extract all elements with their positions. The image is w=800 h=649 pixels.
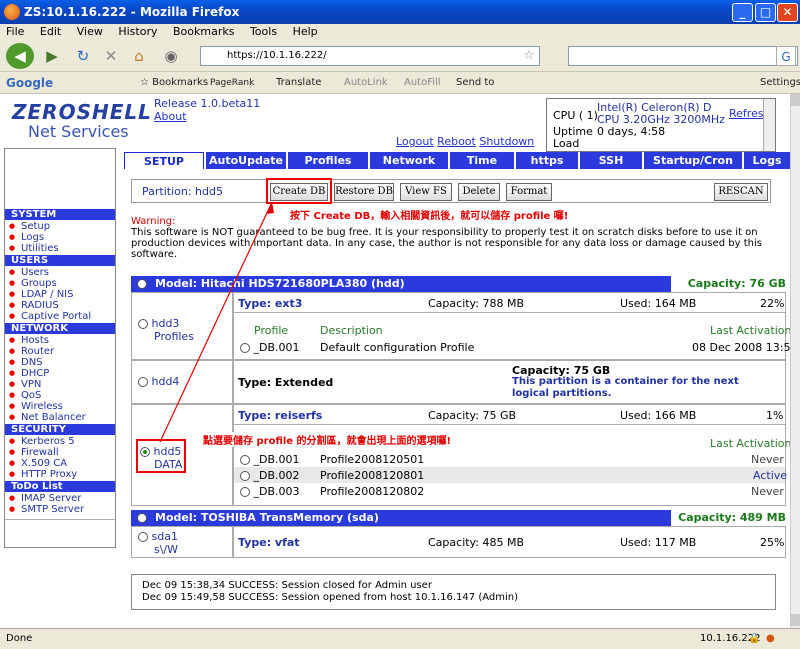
pagerank-indicator: PageRank xyxy=(210,78,255,88)
url-bar[interactable]: https://10.1.16.222/ xyxy=(200,46,540,66)
addon-icon[interactable]: ◉ xyxy=(160,45,182,67)
bookmarks-label: Bookmarks xyxy=(152,77,209,88)
status-bar: Done 10.1.16.222 🔒 ● xyxy=(0,628,800,649)
menu-bookmarks[interactable]: Bookmarks xyxy=(173,25,234,38)
minimize-button[interactable]: _ xyxy=(732,3,753,22)
status-text: Done xyxy=(6,633,33,644)
lock-icon[interactable]: 🔒 xyxy=(748,629,760,649)
page-content: ZEROSHELL Net Services Release 1.0.beta1… xyxy=(0,94,790,628)
reload-icon[interactable]: ↻ xyxy=(72,45,94,67)
search-input[interactable] xyxy=(568,46,798,66)
star-icon[interactable]: ☆ xyxy=(520,45,538,67)
bookmarks-menu[interactable]: ☆ Bookmarks xyxy=(140,72,208,94)
menu-view[interactable]: View xyxy=(77,25,103,38)
home-icon[interactable]: ⌂ xyxy=(128,45,150,67)
translate-button[interactable]: Translate xyxy=(276,72,321,94)
back-icon[interactable]: ◀ xyxy=(6,43,34,69)
navigation-toolbar: ◀ ▶ ↻ ✕ ⌂ ◉ https://10.1.16.222/ ☆ G xyxy=(0,40,800,72)
page-scrollbar[interactable] xyxy=(790,94,800,628)
menu-tools[interactable]: Tools xyxy=(250,25,277,38)
menu-edit[interactable]: Edit xyxy=(40,25,61,38)
window-title: ZS:10.1.16.222 - Mozilla Firefox xyxy=(24,5,240,19)
sendto-button[interactable]: Send to xyxy=(456,72,494,94)
menu-file[interactable]: File xyxy=(6,25,24,38)
google-search-icon[interactable]: G xyxy=(776,46,796,66)
forward-icon[interactable]: ▶ xyxy=(40,45,64,67)
google-logo[interactable]: Google xyxy=(6,72,53,94)
menu-bar: File Edit View History Bookmarks Tools H… xyxy=(0,24,800,40)
stop-icon[interactable]: ✕ xyxy=(100,45,122,67)
menu-history[interactable]: History xyxy=(118,25,157,38)
window-titlebar: ZS:10.1.16.222 - Mozilla Firefox xyxy=(0,0,800,24)
scroll-up-icon[interactable] xyxy=(791,94,800,106)
firefox-status-icon[interactable]: ● xyxy=(766,629,775,649)
close-button[interactable]: ✕ xyxy=(777,3,798,22)
google-toolbar: Google ☆ Bookmarks PageRank Translate Au… xyxy=(0,72,800,94)
url-text: https://10.1.16.222/ xyxy=(227,50,327,61)
maximize-button[interactable]: □ xyxy=(755,3,776,22)
autolink-button[interactable]: AutoLink xyxy=(344,72,388,94)
menu-help[interactable]: Help xyxy=(293,25,318,38)
firefox-icon xyxy=(4,4,20,20)
scroll-down-icon[interactable] xyxy=(791,614,800,626)
annotation-arrow xyxy=(159,201,274,443)
autofill-button[interactable]: AutoFill xyxy=(404,72,441,94)
settings-button[interactable]: Settings xyxy=(760,72,800,94)
